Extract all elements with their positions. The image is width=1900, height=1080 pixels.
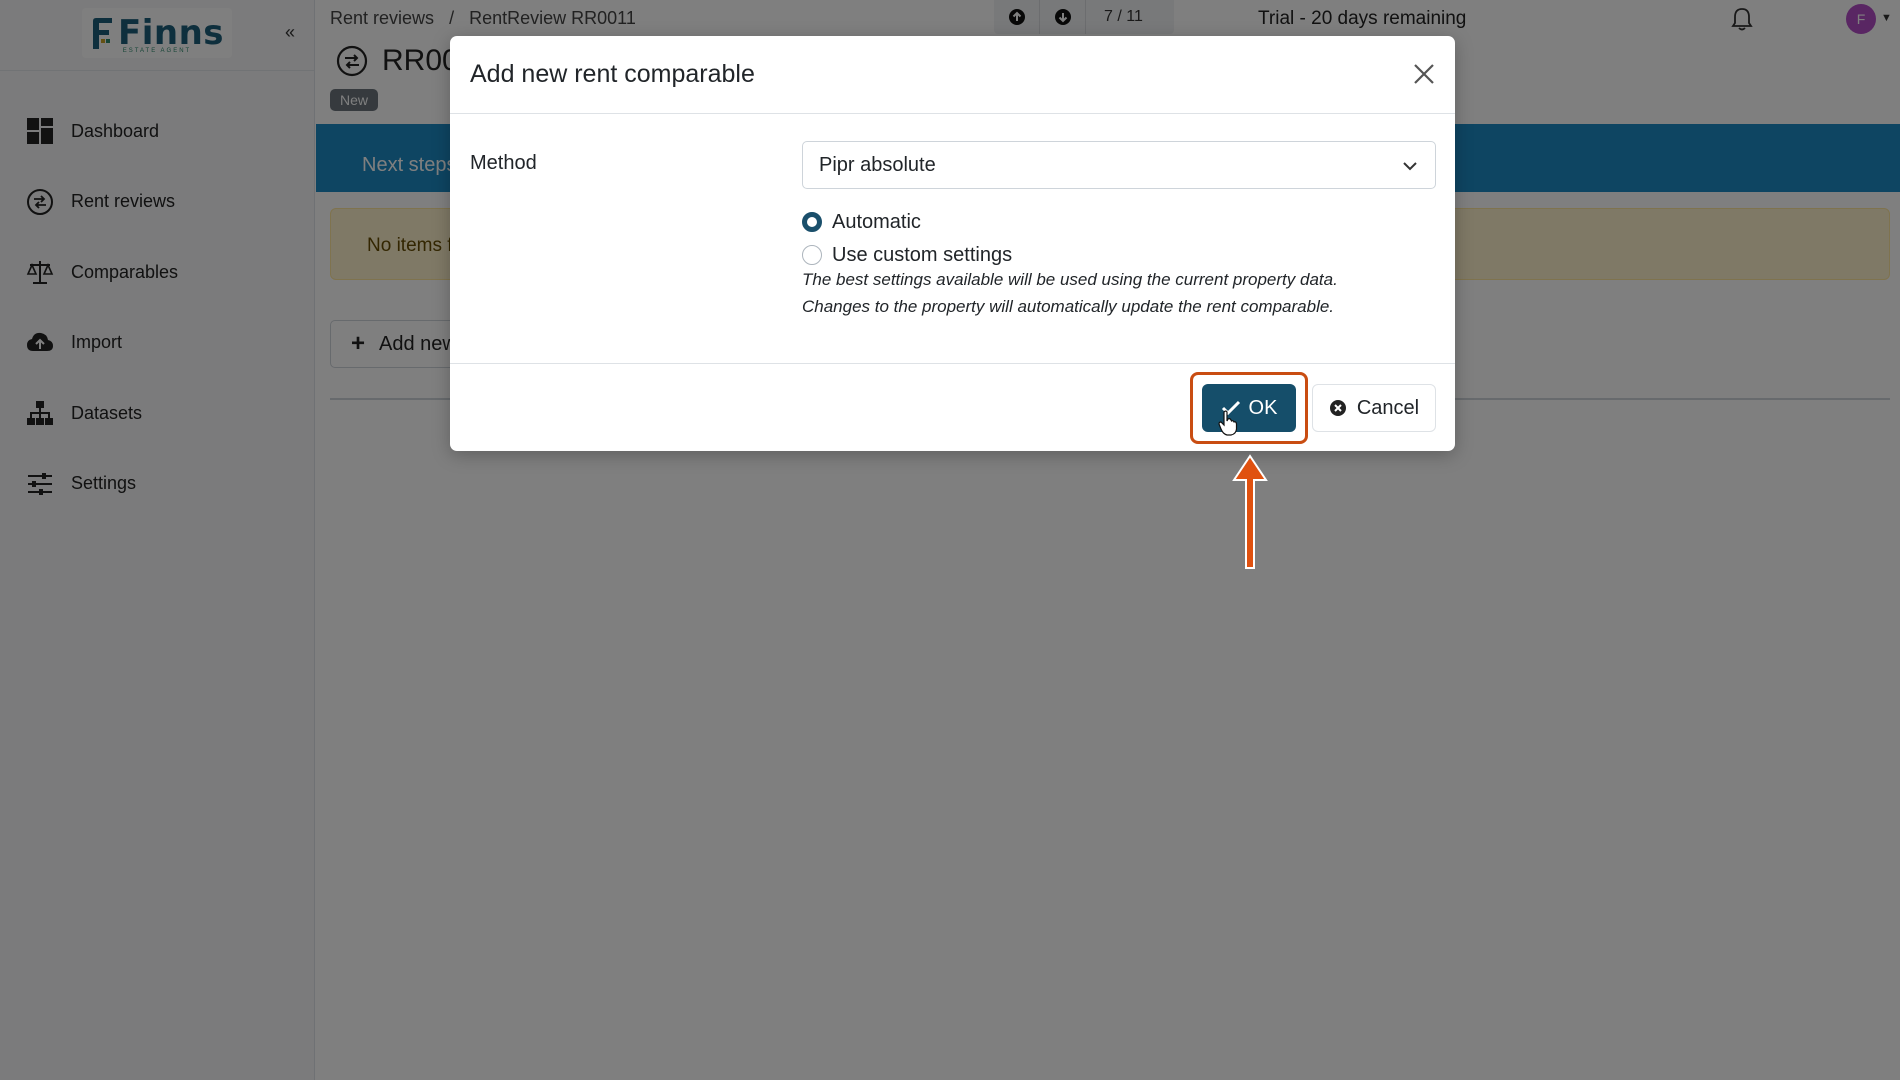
modal-footer: OK Cancel bbox=[450, 364, 1455, 450]
add-rent-comparable-dialog: Add new rent comparable Method Pipr abso… bbox=[450, 36, 1455, 451]
radio-label: Use custom settings bbox=[832, 243, 1013, 266]
radio-button-unchecked[interactable] bbox=[802, 245, 822, 265]
modal-title: Add new rent comparable bbox=[470, 60, 755, 88]
annotation-arrow-icon bbox=[1232, 454, 1268, 569]
hand-pointer-icon bbox=[1218, 410, 1238, 436]
radio-use-custom-settings[interactable]: Use custom settings bbox=[802, 241, 1012, 269]
method-select[interactable]: Pipr absolute bbox=[802, 141, 1436, 189]
radio-button-checked[interactable] bbox=[802, 212, 822, 232]
modal-header: Add new rent comparable bbox=[450, 36, 1455, 114]
chevron-down-icon bbox=[1403, 162, 1417, 171]
ok-label: OK bbox=[1248, 396, 1278, 419]
radio-automatic[interactable]: Automatic bbox=[802, 208, 921, 236]
cancel-label: Cancel bbox=[1356, 396, 1420, 419]
help-line: Changes to the property will automatical… bbox=[802, 297, 1335, 316]
method-help-text: The best settings available will be used… bbox=[802, 266, 1338, 320]
method-select-value: Pipr absolute bbox=[819, 154, 936, 176]
close-circle-icon bbox=[1329, 400, 1346, 416]
ok-button[interactable]: OK bbox=[1202, 384, 1296, 432]
modal-body: Method Pipr absolute Automatic Use custo… bbox=[450, 114, 1455, 364]
method-label: Method bbox=[470, 152, 537, 174]
close-icon[interactable] bbox=[1410, 60, 1438, 88]
cancel-button[interactable]: Cancel bbox=[1312, 384, 1436, 432]
help-line: The best settings available will be used… bbox=[802, 270, 1338, 289]
radio-label: Automatic bbox=[832, 210, 921, 233]
